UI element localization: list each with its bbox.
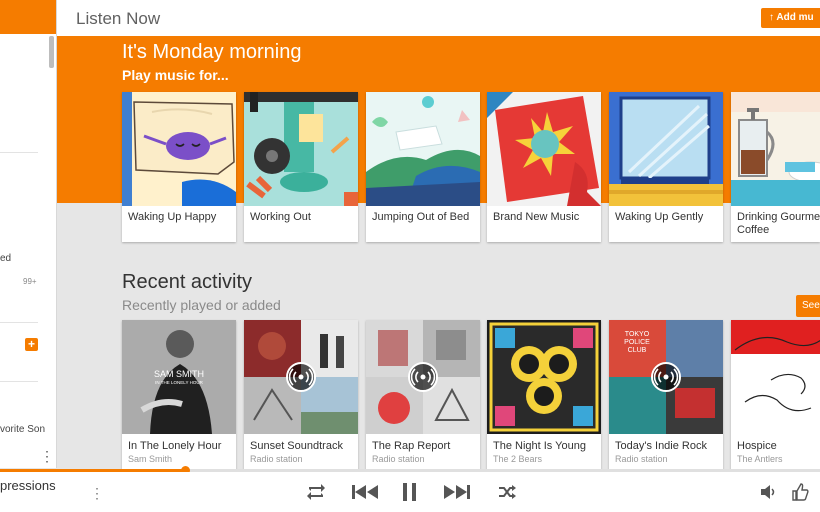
recent-title: The Night Is Young	[493, 440, 586, 452]
album-art-text: TOKYO	[625, 331, 650, 338]
mood-art-window	[609, 92, 723, 206]
album-art-the-2-bears	[487, 320, 601, 434]
recent-subtitle: Radio station	[250, 454, 303, 464]
add-music-button[interactable]: ↑ Add mu	[761, 8, 820, 28]
volume-icon[interactable]	[759, 480, 777, 504]
recent-title: Hospice	[737, 440, 777, 452]
player-more-icon[interactable]: ⋮	[90, 484, 104, 502]
drawer-header	[0, 0, 56, 34]
previous-icon[interactable]	[350, 480, 380, 504]
recent-title: The Rap Report	[372, 440, 451, 452]
album-art-text: POLICE	[624, 339, 650, 346]
thumbs-up-icon[interactable]	[790, 480, 810, 504]
recent-subtitle: Radio station	[615, 454, 668, 464]
mood-art-sleep-mask	[122, 92, 236, 206]
recent-card-the-night-is-young[interactable]: The Night Is Young The 2 Bears	[487, 320, 601, 470]
recent-subtitle: The Antlers	[737, 454, 783, 464]
mood-art-landscape	[366, 92, 480, 206]
mood-card-waking-up-happy[interactable]: Waking Up Happy	[122, 92, 236, 242]
radio-icon	[286, 362, 316, 392]
mood-card-jumping-out-of-bed[interactable]: Jumping Out of Bed	[366, 92, 480, 242]
album-art-text: CLUB	[628, 347, 647, 354]
mood-title: Brand New Music	[493, 211, 580, 223]
drawer-divider	[0, 381, 38, 382]
recent-card-sunset-soundtrack[interactable]: Sunset Soundtrack Radio station	[244, 320, 358, 470]
station-art-collage	[244, 320, 358, 434]
navigation-drawer: ed 99+ + vorite Son ⋮	[0, 0, 57, 468]
mood-title: Drinking Gourmet Coffee	[737, 211, 820, 236]
drawer-divider	[0, 322, 38, 323]
mood-art-coffee	[731, 92, 820, 206]
page-title: Listen Now	[76, 9, 161, 28]
mood-card-drinking-gourmet-coffee[interactable]: Drinking Gourmet Coffee	[731, 92, 820, 242]
mood-title: Waking Up Happy	[128, 211, 217, 223]
pause-icon[interactable]	[400, 480, 420, 504]
drawer-count-badge: 99+	[23, 277, 37, 286]
recent-card-the-rap-report[interactable]: The Rap Report Radio station	[366, 320, 480, 470]
repeat-icon[interactable]	[305, 480, 327, 504]
album-art-artist-text: SAM SMITH	[154, 369, 204, 379]
drawer-scrollbar[interactable]	[49, 36, 54, 68]
album-art-the-antlers	[731, 320, 820, 434]
drawer-item-label[interactable]: ed	[0, 253, 11, 264]
mood-card-brand-new-music[interactable]: Brand New Music	[487, 92, 601, 242]
recent-card-hospice[interactable]: Hospice The Antlers	[731, 320, 820, 470]
radio-icon	[651, 362, 681, 392]
mood-art-gift	[487, 92, 601, 206]
recent-title: Today's Indie Rock	[615, 440, 707, 452]
radio-icon	[408, 362, 438, 392]
recent-subtitle: The 2 Bears	[493, 454, 543, 464]
mood-title: Jumping Out of Bed	[372, 211, 470, 223]
recent-title: In The Lonely Hour	[128, 440, 222, 452]
album-art-album-text: IN THE LONELY HOUR	[155, 380, 204, 385]
now-playing-title: pressions	[0, 478, 56, 493]
mood-title: Working Out	[250, 211, 311, 223]
drawer-more-icon[interactable]: ⋮	[40, 448, 54, 464]
drawer-item-label[interactable]: vorite Son	[0, 424, 45, 435]
station-art-collage	[366, 320, 480, 434]
mood-title: Waking Up Gently	[615, 211, 704, 223]
top-app-bar: Listen Now ↑ Add mu	[57, 0, 820, 37]
recent-card-in-the-lonely-hour[interactable]: SAM SMITH IN THE LONELY HOUR In The Lone…	[122, 320, 236, 470]
recent-activity-title: Recent activity	[122, 271, 253, 293]
player-bar: pressions ⋮	[0, 472, 820, 512]
mood-card-waking-up-gently[interactable]: Waking Up Gently	[609, 92, 723, 242]
mood-card-working-out[interactable]: Working Out	[244, 92, 358, 242]
album-art-sam-smith: SAM SMITH IN THE LONELY HOUR	[122, 320, 236, 434]
drawer-divider	[0, 152, 38, 153]
station-art-collage: TOKYO POLICE CLUB	[609, 320, 723, 434]
mood-art-gym	[244, 92, 358, 206]
recent-title: Sunset Soundtrack	[250, 440, 343, 452]
recent-card-todays-indie-rock[interactable]: TOKYO POLICE CLUB Today's Indie Rock Rad…	[609, 320, 723, 470]
shuffle-icon[interactable]	[496, 480, 518, 504]
recent-subtitle: Sam Smith	[128, 454, 173, 464]
add-music-label: Add mu	[776, 12, 814, 23]
see-all-button[interactable]: See	[796, 295, 820, 317]
recent-subtitle: Radio station	[372, 454, 425, 464]
hero-subtitle: Play music for...	[122, 67, 229, 83]
add-playlist-button[interactable]: +	[25, 338, 38, 351]
hero-title: It's Monday morning	[122, 41, 302, 63]
next-icon[interactable]	[442, 480, 472, 504]
recent-activity-subtitle: Recently played or added	[122, 297, 281, 313]
